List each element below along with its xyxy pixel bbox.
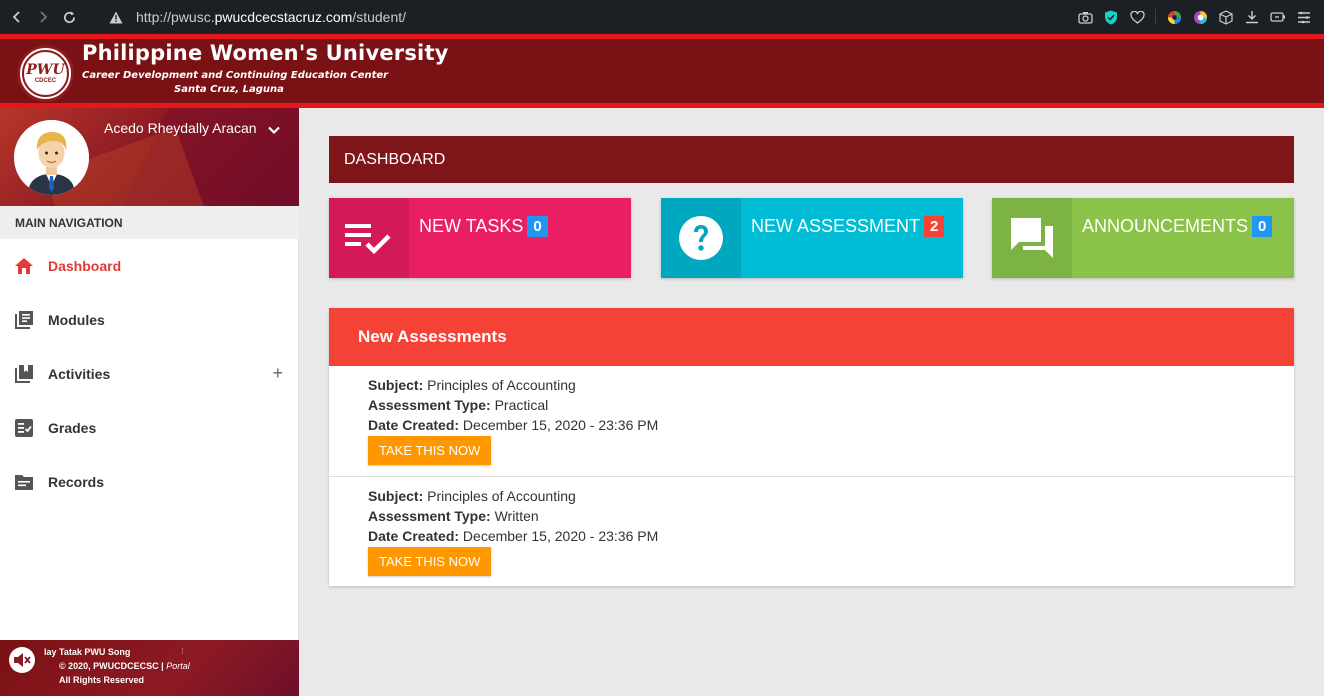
speaker-mute-icon[interactable] <box>9 647 35 673</box>
assessment-date: December 15, 2020 - 23:36 PM <box>462 417 659 433</box>
address-bar[interactable]: http://pwusc.pwucdcecstacruz.com/student… <box>136 9 406 25</box>
info-box-label: ANNOUNCEMENTS <box>1082 216 1249 236</box>
url-path: /student/ <box>352 9 407 25</box>
avatar[interactable] <box>14 120 89 195</box>
color-wheel-icon[interactable] <box>1166 9 1182 25</box>
browser-toolbar: http://pwusc.pwucdcecstacruz.com/student… <box>0 0 1324 34</box>
copyright: © 2020, PWUCDCECSC | Portal <box>59 661 190 671</box>
university-logo[interactable]: PWU CDCEC <box>17 45 74 102</box>
user-name: Acedo Rheydally Aracan <box>104 120 257 136</box>
new-assessments-card: New Assessments Subject: Principles of A… <box>329 308 1294 586</box>
sidebar-footer: lay Tatak PWU Song ⁝ © 2020, PWUCDCECSC … <box>0 640 299 696</box>
shield-icon[interactable] <box>1103 9 1119 25</box>
count-badge: 0 <box>1252 216 1273 237</box>
count-badge: 0 <box>527 216 548 237</box>
sidebar-item-label: Activities <box>48 366 111 382</box>
main-content: DASHBOARD NEW TASKS 0 NEW ASSESSMENT 2 A… <box>299 108 1324 696</box>
library-icon <box>13 309 35 331</box>
page-title: DASHBOARD <box>329 136 1294 183</box>
portal-label: Portal <box>166 661 190 671</box>
subject-label: Subject: <box>368 377 424 393</box>
announcements-box[interactable]: ANNOUNCEMENTS 0 <box>992 198 1294 278</box>
back-icon[interactable] <box>4 0 30 34</box>
count-badge: 2 <box>924 216 945 237</box>
copyright-text: © 2020, PWUCDCECSC | <box>59 661 167 671</box>
heart-icon[interactable] <box>1129 9 1145 25</box>
info-box-label: NEW ASSESSMENT <box>751 216 921 236</box>
take-this-now-button[interactable]: TAKE THIS NOW <box>368 547 492 576</box>
site-header: PWU CDCEC Philippine Women's University … <box>0 34 1324 108</box>
color-picker-icon[interactable] <box>1192 9 1208 25</box>
download-icon[interactable] <box>1244 9 1260 25</box>
assessment-type: Written <box>494 508 539 524</box>
date-label: Date Created: <box>368 417 460 433</box>
sidebar: Acedo Rheydally Aracan MAIN NAVIGATION D… <box>0 108 299 696</box>
main-nav: Dashboard Modules Activities + Grades Re… <box>0 239 299 509</box>
assessment-type: Practical <box>494 397 549 413</box>
home-icon <box>13 255 35 277</box>
checklist-icon <box>13 417 35 439</box>
song-separator: ⁝ <box>181 646 184 656</box>
assessment-date: December 15, 2020 - 23:36 PM <box>462 528 659 544</box>
sidebar-item-label: Records <box>48 474 105 490</box>
sidebar-item-grades[interactable]: Grades <box>0 401 299 455</box>
assessment-subject: Principles of Accounting <box>427 377 576 393</box>
user-panel: Acedo Rheydally Aracan <box>0 108 299 206</box>
assessment-item: Subject: Principles of Accounting Assess… <box>329 476 1294 586</box>
type-label: Assessment Type: <box>368 397 491 413</box>
sidebar-item-dashboard[interactable]: Dashboard <box>0 239 299 293</box>
new-assessment-box[interactable]: NEW ASSESSMENT 2 <box>661 198 963 278</box>
battery-icon[interactable] <box>1270 9 1286 25</box>
task-list-icon <box>329 198 409 278</box>
date-label: Date Created: <box>368 528 460 544</box>
camera-icon[interactable] <box>1077 9 1093 25</box>
center-name: Career Development and Continuing Educat… <box>82 70 389 81</box>
menu-icon[interactable] <box>1296 9 1312 25</box>
logo-mark: PWU <box>26 61 65 78</box>
forum-icon <box>992 198 1072 278</box>
not-secure-warning-icon[interactable] <box>108 9 124 25</box>
sidebar-item-records[interactable]: Records <box>0 455 299 509</box>
subject-label: Subject: <box>368 488 424 504</box>
info-box-label: NEW TASKS <box>419 216 524 236</box>
new-tasks-box[interactable]: NEW TASKS 0 <box>329 198 631 278</box>
campus-location: Santa Cruz, Laguna <box>174 84 284 95</box>
song-title: lay Tatak PWU Song <box>44 647 131 657</box>
sidebar-item-label: Dashboard <box>48 258 122 274</box>
reload-icon[interactable] <box>56 0 82 34</box>
sidebar-item-modules[interactable]: Modules <box>0 293 299 347</box>
url-prefix: http://pwusc. <box>136 9 215 25</box>
sidebar-item-label: Grades <box>48 420 97 436</box>
assessment-subject: Principles of Accounting <box>427 488 576 504</box>
cube-icon[interactable] <box>1218 9 1234 25</box>
university-name: Philippine Women's University <box>82 41 449 65</box>
chevron-down-icon[interactable] <box>266 122 284 140</box>
sidebar-item-activities[interactable]: Activities + <box>0 347 299 401</box>
type-label: Assessment Type: <box>368 508 491 524</box>
folder-icon <box>13 471 35 493</box>
toolbar-separator <box>1155 9 1156 25</box>
question-icon <box>661 198 741 278</box>
forward-icon[interactable] <box>30 0 56 34</box>
logo-sub: CDCEC <box>34 77 57 84</box>
card-title: New Assessments <box>329 308 1294 366</box>
assessment-item: Subject: Principles of Accounting Assess… <box>329 366 1294 476</box>
sidebar-item-label: Modules <box>48 312 105 328</box>
book-icon <box>13 363 35 385</box>
rights-reserved: All Rights Reserved <box>59 675 145 685</box>
nav-header: MAIN NAVIGATION <box>0 206 299 239</box>
take-this-now-button[interactable]: TAKE THIS NOW <box>368 436 492 465</box>
expand-icon[interactable]: + <box>272 364 283 382</box>
url-host: pwucdcecstacruz.com <box>214 9 353 25</box>
